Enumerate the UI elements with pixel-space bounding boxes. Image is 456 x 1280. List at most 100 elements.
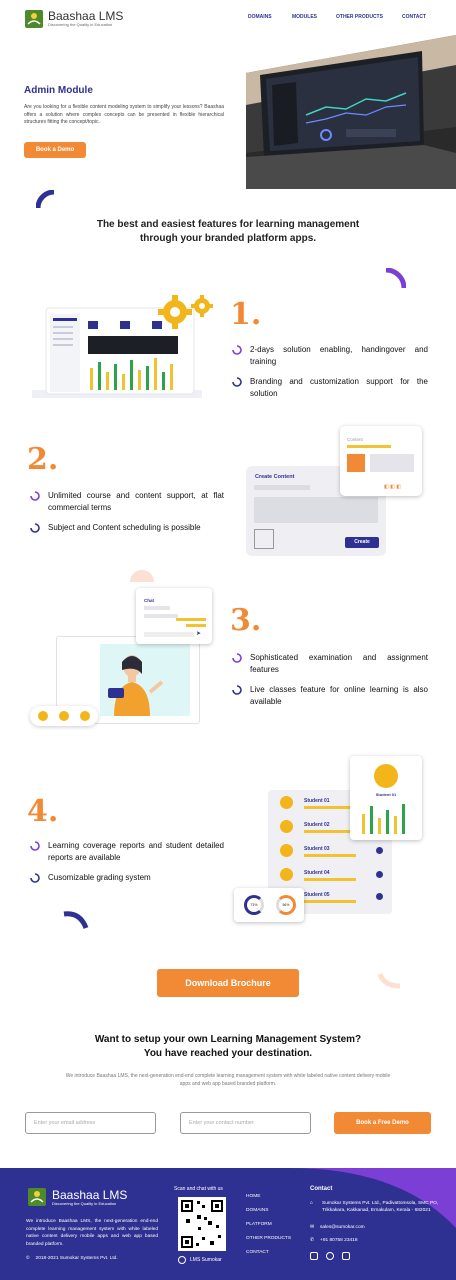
feature-item: Cusomizable grading system (30, 872, 224, 884)
footer-links: HOME DOMAINS PLATFORM OTHER PRODUCTS CON… (246, 1190, 291, 1260)
cta-title-line1: Want to setup your own Learning Manageme… (94, 1034, 362, 1045)
feature-number-4: 4. (27, 794, 59, 829)
copyright-icon: © (26, 1256, 30, 1261)
ring-bullet-icon (30, 873, 40, 883)
chat-title: Chat (144, 598, 154, 603)
book-free-demo-button[interactable]: Book a Free Demo (334, 1112, 431, 1134)
image-icon (347, 454, 365, 472)
feature-item: Subject and Content scheduling is possib… (30, 522, 224, 534)
highlight-student-name: Student 01 (375, 792, 397, 797)
mic-icon (38, 711, 48, 721)
copyright-text: 2018-2021 Sumokar Systems Pvt. Ltd. (35, 1256, 118, 1261)
ring-bullet-icon (232, 377, 242, 387)
mail-icon: ✉ (310, 1225, 315, 1230)
feature-item: 2-days solution enabling, handingover an… (232, 344, 428, 368)
feature-item-text: Sophisticated examination and assignment… (250, 653, 428, 674)
qr-code-icon[interactable] (178, 1197, 226, 1251)
feature-item: Live classes feature for online learning… (232, 684, 428, 708)
footer-copyright: © 2018-2021 Sumokar Systems Pvt. Ltd. (26, 1256, 118, 1261)
create-content-title: Create Content (255, 474, 295, 480)
create-button: Create (345, 537, 379, 548)
decor-arc-navy (36, 190, 55, 209)
feature-item-text: Live classes feature for online learning… (250, 685, 428, 706)
header-logo[interactable]: Baashaa LMS Discovering the Quality in E… (24, 6, 144, 32)
hero-description: Are you looking for a flexible content m… (24, 104, 224, 125)
footer-link-home[interactable]: HOME (246, 1190, 291, 1204)
download-brochure-button[interactable]: Download Brochure (157, 969, 299, 997)
ring-bullet-icon (30, 841, 40, 851)
feature-list-1: 2-days solution enabling, handingover an… (232, 344, 428, 400)
contact-number-field[interactable]: Enter your contact number (180, 1112, 311, 1134)
screen-share-icon (80, 711, 90, 721)
donut-progress-b: 56% (276, 895, 296, 915)
cta-title-line2: You have reached your destination. (143, 1048, 313, 1059)
whatsapp-icon (178, 1256, 186, 1264)
content-card-title: Content (347, 437, 363, 442)
add-image-icon (254, 529, 274, 549)
logo-icon (25, 10, 43, 28)
feature-item: Sophisticated examination and assignment… (232, 652, 428, 676)
phone-icon: ✆ (310, 1238, 315, 1243)
instagram-icon[interactable] (310, 1252, 318, 1260)
decor-arc-purple (385, 268, 406, 289)
email-field[interactable]: Enter your email address (25, 1112, 156, 1134)
youtube-icon[interactable] (342, 1252, 350, 1260)
contact-email[interactable]: ✉ sales@sumokar.com (310, 1225, 365, 1230)
feature-number-2: 2. (27, 442, 59, 477)
social-links (310, 1252, 350, 1260)
nav-contact[interactable]: CONTACT (402, 14, 426, 20)
contact-title: Contact (310, 1186, 333, 1192)
hero-title: Admin Module (24, 85, 93, 96)
footer-link-other-products[interactable]: OTHER PRODUCTS (246, 1232, 291, 1246)
feature-number-3: 3. (230, 603, 262, 638)
dashboard-illustration (32, 295, 213, 398)
nav-other-products[interactable]: OTHER PRODUCTS (336, 14, 402, 20)
facebook-icon[interactable] (326, 1252, 334, 1260)
teacher-figure (108, 655, 164, 716)
address-text: Sumokar Systems Pvt. Ltd., Padivattomsol… (322, 1201, 439, 1213)
footer-about: We introduce Baashaa LMS, the next-gener… (26, 1219, 158, 1247)
logo-title: Baashaa LMS (48, 9, 124, 23)
ring-bullet-icon (232, 653, 242, 663)
footer-logo[interactable]: Baashaa LMS Discovering the Quality in E… (26, 1186, 127, 1208)
footer-logo-tagline: Discovering the Quality in Education (52, 1200, 117, 1206)
whatsapp-label: LMS Sumokar (190, 1257, 222, 1263)
donut-progress-a: 73% (244, 895, 264, 915)
logo-tagline: Discovering the Quality in Education (48, 22, 113, 27)
feature-item: Learning coverage reports and student de… (30, 840, 224, 864)
nav-domains[interactable]: DOMAINS (248, 14, 292, 20)
feature-item-text: 2-days solution enabling, handingover an… (250, 345, 428, 366)
footer-logo-icon (28, 1188, 46, 1206)
cta-description: We introduce Baashaa LMS, the next-gener… (65, 1073, 391, 1087)
send-icon: ➤ (196, 631, 202, 637)
feature-item-text: Branding and customization support for t… (250, 377, 428, 398)
student-bar-chart (362, 804, 405, 834)
decor-arc-peach (378, 973, 401, 989)
footer-link-platform[interactable]: PLATFORM (246, 1218, 291, 1232)
feature-item-text: Cusomizable grading system (48, 873, 151, 882)
features-heading: The best and easiest features for learni… (96, 219, 360, 244)
nav-modules[interactable]: MODULES (292, 14, 336, 20)
feature-item-text: Unlimited course and content support, at… (48, 491, 224, 512)
book-demo-button[interactable]: Book a Demo (24, 142, 86, 158)
phone-text: +91 80758 23418 (320, 1238, 358, 1243)
footer: Baashaa LMS Discovering the Quality in E… (0, 1168, 456, 1280)
feature-number-1: 1. (230, 297, 262, 332)
email-text: sales@sumokar.com (320, 1225, 365, 1230)
decor-arc-navy-2 (63, 911, 89, 929)
contact-address: ⌂ Sumokar Systems Pvt. Ltd., Padivattoms… (310, 1201, 440, 1214)
feature-item-text: Subject and Content scheduling is possib… (48, 523, 201, 532)
feature-list-3: Sophisticated examination and assignment… (232, 652, 428, 708)
feature-list-2: Unlimited course and content support, at… (30, 490, 224, 534)
laptop-image (246, 35, 456, 189)
top-nav: DOMAINS MODULES OTHER PRODUCTS CONTACT (248, 14, 426, 20)
whatsapp-link[interactable]: LMS Sumokar (178, 1256, 222, 1264)
ring-bullet-icon (30, 523, 40, 533)
footer-link-domains[interactable]: DOMAINS (246, 1204, 291, 1218)
contact-phone[interactable]: ✆ +91 80758 23418 (310, 1238, 358, 1243)
student-avatar (374, 764, 398, 788)
footer-link-contact[interactable]: CONTACT (246, 1246, 291, 1260)
feature-item-text: Learning coverage reports and student de… (48, 841, 224, 862)
ring-bullet-icon (30, 491, 40, 501)
video-icon (59, 711, 69, 721)
